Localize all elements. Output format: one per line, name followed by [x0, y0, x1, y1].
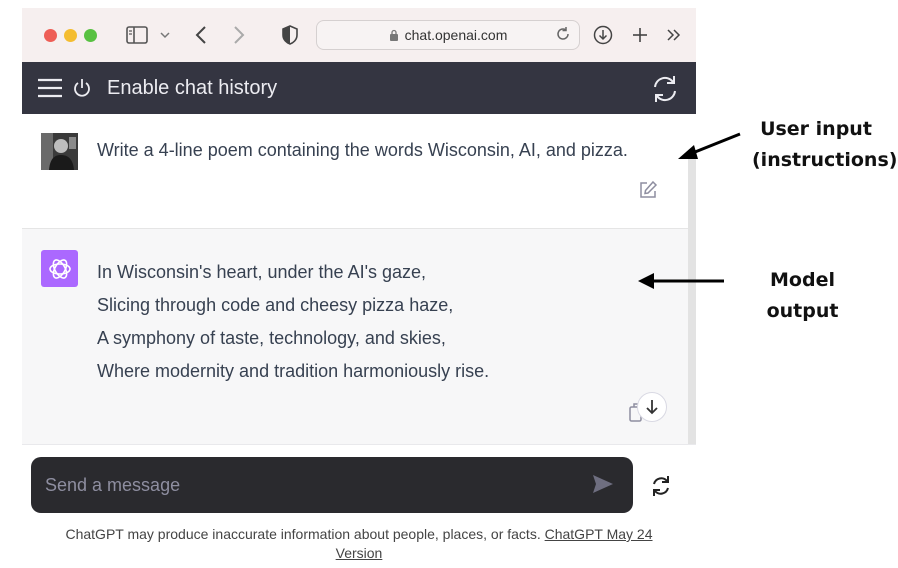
reload-icon[interactable]: [555, 26, 571, 45]
user-input-annotation-line: (instructions): [752, 149, 898, 171]
send-icon[interactable]: [591, 473, 615, 500]
model-output-arrow: [638, 273, 724, 289]
user-input-annotation-line: User input: [760, 118, 872, 140]
user-message-text: Write a 4-line poem containing the words…: [97, 140, 628, 160]
poem-line: A symphony of taste, technology, and ski…: [97, 328, 446, 348]
sidebar-icon[interactable]: [125, 22, 149, 48]
edit-icon[interactable]: [638, 180, 658, 205]
user-message: Write a 4-line poem containing the words…: [22, 114, 696, 228]
disclaimer: ChatGPT may produce inaccurate informati…: [44, 525, 674, 563]
address-bar[interactable]: chat.openai.com: [316, 20, 580, 50]
user-avatar: [41, 133, 78, 170]
composer-area: ChatGPT may produce inaccurate informati…: [22, 444, 696, 568]
user-input-arrow: [678, 132, 741, 159]
forward-icon[interactable]: [230, 22, 248, 48]
power-icon[interactable]: [72, 78, 92, 103]
chat-header: Enable chat history: [22, 62, 696, 114]
chevron-down-icon[interactable]: [158, 22, 172, 48]
minimize-window-button[interactable]: [64, 29, 77, 42]
poem-line: Slicing through code and cheesy pizza ha…: [97, 295, 454, 315]
url-text: chat.openai.com: [404, 27, 508, 43]
close-window-button[interactable]: [44, 29, 57, 42]
more-icon[interactable]: [664, 22, 684, 48]
enable-chat-history-label[interactable]: Enable chat history: [107, 77, 277, 100]
new-tab-icon[interactable]: [630, 22, 650, 48]
message-input[interactable]: [45, 471, 565, 499]
model-output-annotation: Model output: [766, 269, 839, 322]
poem-line: In Wisconsin's heart, under the AI's gaz…: [97, 262, 427, 282]
scroll-down-button[interactable]: [637, 392, 667, 422]
arrow-down-icon: [646, 400, 658, 415]
shield-icon[interactable]: [280, 22, 300, 48]
user-input-annotation: User input (instructions): [752, 114, 898, 176]
new-chat-refresh-icon[interactable]: [650, 74, 680, 109]
download-icon[interactable]: [592, 22, 614, 48]
regenerate-icon[interactable]: [650, 475, 672, 502]
maximize-window-button[interactable]: [84, 29, 97, 42]
menu-icon[interactable]: [37, 78, 63, 103]
model-message-text: In Wisconsin's heart, under the AI's gaz…: [97, 256, 489, 388]
browser-toolbar: chat.openai.com: [22, 8, 696, 62]
disclaimer-text: ChatGPT may produce inaccurate informati…: [65, 526, 541, 542]
message-composer: [31, 457, 633, 513]
model-message: In Wisconsin's heart, under the AI's gaz…: [22, 228, 696, 445]
browser-window: chat.openai.com Enable chat history Writ…: [22, 8, 696, 568]
back-icon[interactable]: [192, 22, 210, 48]
poem-line: Where modernity and tradition harmonious…: [97, 361, 490, 381]
chatgpt-logo-icon: [41, 250, 78, 287]
lock-icon: [389, 29, 398, 41]
